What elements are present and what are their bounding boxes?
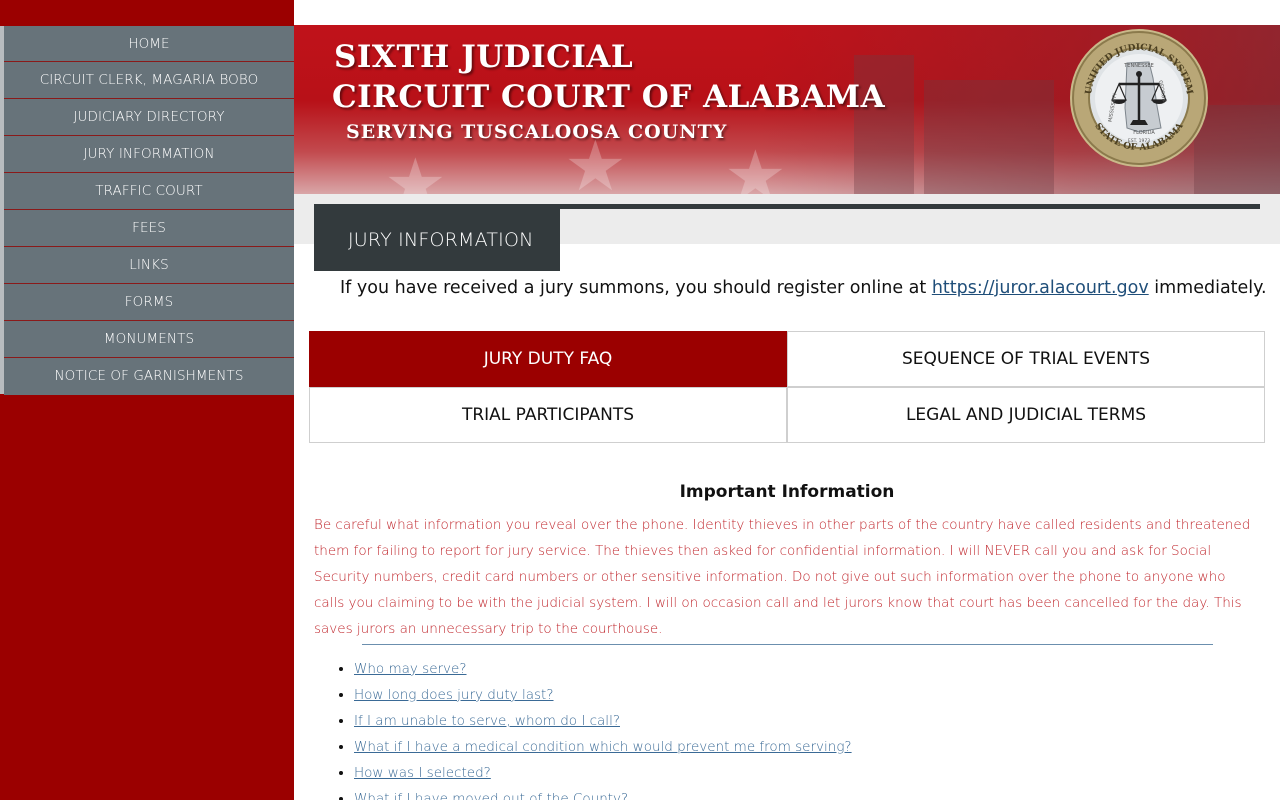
nav-item-links[interactable]: LINKS [4, 247, 294, 284]
main-content: JURY INFORMATION If you have received a … [294, 194, 1280, 800]
nav-item-jury-information[interactable]: JURY INFORMATION [4, 136, 294, 173]
faq-link[interactable]: What if I have moved out of the County? [354, 791, 628, 800]
building-silhouette [924, 80, 1054, 194]
court-seal-icon: UNIFIED JUDICIAL SYSTEM STATE OF ALABAMA… [1070, 29, 1208, 167]
list-item: Who may serve? [354, 656, 852, 682]
summons-text-end: immediately. [1148, 278, 1267, 298]
jury-tabs: JURY DUTY FAQ SEQUENCE OF TRIAL EVENTS T… [309, 331, 1265, 443]
nav-item-home[interactable]: HOME [4, 26, 294, 62]
tab-jury-duty-faq[interactable]: JURY DUTY FAQ [309, 331, 787, 387]
summons-text: If you have received a jury summons, you… [340, 278, 932, 298]
seal-state-label: TENNESSEE [1123, 63, 1154, 69]
main-nav: HOME CIRCUIT CLERK, MAGARIA BOBO JUDICIA… [4, 26, 294, 395]
faq-list: Who may serve? How long does jury duty l… [354, 656, 852, 800]
tab-legal-and-judicial-terms[interactable]: LEGAL AND JUDICIAL TERMS [787, 387, 1265, 443]
site-subtitle: SERVING TUSCALOOSA COUNTY [346, 121, 728, 143]
list-item: If I am unable to serve, whom do I call? [354, 708, 852, 734]
seal-state-label: FLORIDA [1133, 130, 1155, 136]
juror-registration-link[interactable]: https://juror.alacourt.gov [932, 278, 1149, 298]
nav-item-notice-of-garnishments[interactable]: NOTICE OF GARNISHMENTS [4, 358, 294, 395]
nav-item-monuments[interactable]: MONUMENTS [4, 321, 294, 358]
nav-item-traffic-court[interactable]: TRAFFIC COURT [4, 173, 294, 210]
seal-est-label: EST. 1973 [1128, 138, 1150, 144]
tab-sequence-of-trial-events[interactable]: SEQUENCE OF TRIAL EVENTS [787, 331, 1265, 387]
list-item: How long does jury duty last? [354, 682, 852, 708]
site-title: SIXTH JUDICIAL CIRCUIT COURT OF ALABAMA [332, 37, 886, 117]
nav-item-circuit-clerk[interactable]: CIRCUIT CLERK, MAGARIA BOBO [4, 62, 294, 99]
summons-notice: If you have received a jury summons, you… [340, 278, 1267, 298]
faq-link[interactable]: How was I selected? [354, 765, 491, 781]
site-title-line1: SIXTH JUDICIAL [334, 39, 634, 75]
important-info-heading: Important Information [679, 482, 895, 502]
list-item: How was I selected? [354, 760, 852, 786]
faq-link[interactable]: If I am unable to serve, whom do I call? [354, 713, 620, 729]
nav-item-forms[interactable]: FORMS [4, 284, 294, 321]
sidebar: HOME CIRCUIT CLERK, MAGARIA BOBO JUDICIA… [0, 0, 294, 800]
site-title-line2: CIRCUIT COURT OF ALABAMA [332, 79, 886, 115]
faq-link[interactable]: What if I have a medical condition which… [354, 739, 852, 755]
important-info-text: Be careful what information you reveal o… [314, 517, 1251, 637]
list-item: What if I have moved out of the County? [354, 786, 852, 800]
nav-item-fees[interactable]: FEES [4, 210, 294, 247]
star-icon: ★ [724, 135, 787, 194]
faq-link[interactable]: How long does jury duty last? [354, 687, 554, 703]
divider [362, 644, 1213, 645]
tab-trial-participants[interactable]: TRIAL PARTICIPANTS [309, 387, 787, 443]
page-title: JURY INFORMATION [314, 208, 560, 271]
faq-link[interactable]: Who may serve? [354, 661, 467, 677]
header-banner: ★ ★ ★ SIXTH JUDICIAL CIRCUIT COURT OF AL… [294, 25, 1280, 194]
list-item: What if I have a medical condition which… [354, 734, 852, 760]
nav-item-judiciary-directory[interactable]: JUDICIARY DIRECTORY [4, 99, 294, 136]
star-icon: ★ [384, 143, 447, 194]
